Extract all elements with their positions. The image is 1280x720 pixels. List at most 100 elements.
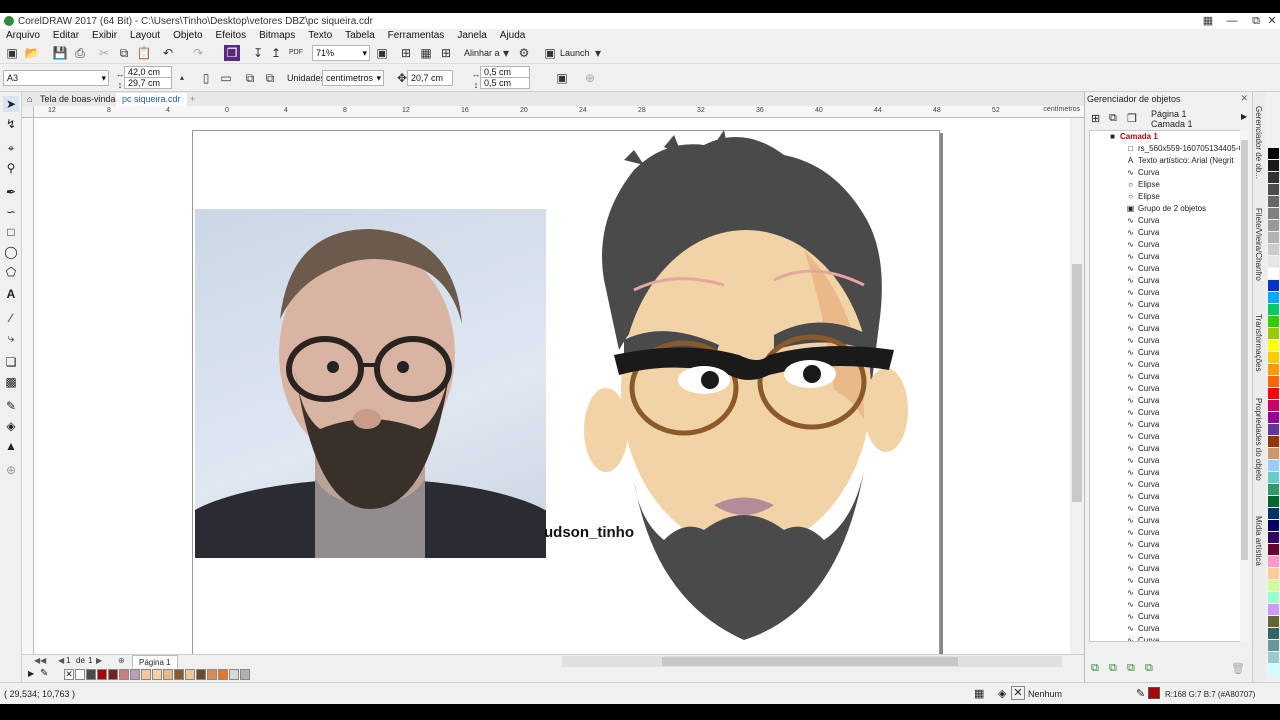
color-palette-swatch[interactable] — [1268, 556, 1279, 567]
color-palette-swatch[interactable] — [1268, 544, 1279, 555]
layer-options-icon[interactable]: ⊞ — [1091, 112, 1100, 125]
color-palette-swatch[interactable] — [1268, 244, 1279, 255]
units-select[interactable]: centímetros ▾ — [322, 70, 384, 86]
chevron-down-icon[interactable]: ▾ — [498, 45, 514, 61]
object-tree-item[interactable]: ∿ Curva — [1126, 239, 1159, 251]
chevron-down-icon[interactable]: ▾ — [590, 45, 606, 61]
portrait-icon[interactable]: ▯ — [198, 70, 214, 86]
tree-scroll-thumb[interactable] — [1241, 140, 1248, 560]
menu-item[interactable]: Editar — [47, 30, 86, 41]
color-palette-swatch[interactable] — [1268, 316, 1279, 327]
tab-object-manager[interactable]: Gerenciador de ob... — [1254, 106, 1263, 179]
menu-item[interactable]: Janela — [451, 30, 493, 41]
color-palette-swatch[interactable] — [1268, 148, 1279, 159]
color-palette-swatch[interactable] — [1268, 484, 1279, 495]
tab-pc-siqueira[interactable]: pc siqueira.cdr — [116, 93, 187, 106]
menu-item[interactable]: Bitmaps — [253, 30, 302, 41]
layer-manager-icon[interactable]: ⧉ — [1109, 112, 1117, 125]
new-master-layer-icon[interactable]: ⧉ — [1109, 662, 1117, 675]
outline-pen-icon[interactable]: ✎ — [1136, 687, 1145, 700]
print-icon[interactable]: ⎙ — [72, 45, 88, 61]
object-tree-item[interactable]: ∿ Curva — [1126, 623, 1159, 635]
object-tree-item[interactable]: ∿ Curva — [1126, 383, 1159, 395]
object-tree-item[interactable]: ▣ Grupo de 2 objetos — [1126, 203, 1206, 215]
color-palette-swatch[interactable] — [1268, 520, 1279, 531]
color-palette-swatch[interactable] — [1268, 640, 1279, 651]
reference-photo[interactable] — [195, 209, 546, 558]
object-tree-item[interactable]: ∿ Curva — [1126, 431, 1159, 443]
color-palette-swatch[interactable] — [1268, 280, 1279, 291]
object-tree-item[interactable]: ∿ Curva — [1126, 299, 1159, 311]
object-tree-item[interactable]: ∿ Curva — [1126, 287, 1159, 299]
color-palette-swatch[interactable] — [1268, 568, 1279, 579]
parallel-dimension-icon[interactable]: ∕ — [3, 310, 19, 326]
color-palette-swatch[interactable] — [1268, 184, 1279, 195]
tab-fillet-scallop-chamfer[interactable]: Filete/Vieira/Chanfro — [1254, 208, 1263, 281]
duplicate-y-field[interactable]: 0,5 cm — [480, 77, 530, 89]
object-tree-item[interactable]: ∿ Curva — [1126, 251, 1159, 263]
copy-icon[interactable]: ⧉ — [116, 45, 132, 61]
account-icon[interactable]: ▦ — [1196, 13, 1220, 29]
ruler-origin[interactable] — [22, 106, 34, 118]
tree-scrollbar[interactable] — [1240, 130, 1249, 642]
object-tree-item[interactable]: ∿ Curva — [1126, 359, 1159, 371]
color-palette-swatch[interactable] — [1268, 472, 1279, 483]
color-palette-swatch[interactable] — [1268, 256, 1279, 267]
object-tree-item[interactable]: A Texto artístico: Arial (Negrit — [1126, 155, 1234, 167]
object-tree-item[interactable]: ∿ Curva — [1126, 611, 1159, 623]
cut-icon[interactable]: ✂ — [96, 45, 112, 61]
vertical-ruler[interactable] — [22, 118, 34, 654]
menu-item[interactable]: Objeto — [167, 30, 209, 41]
color-palette-swatch[interactable] — [1268, 652, 1279, 663]
document-palette-swatch[interactable] — [75, 669, 85, 680]
delete-icon[interactable]: 🗑 — [1231, 662, 1245, 675]
launch-icon[interactable]: ▣ — [542, 45, 558, 61]
menu-item[interactable]: Layout — [124, 30, 167, 41]
menu-item[interactable]: Exibir — [86, 30, 124, 41]
zoom-tool-icon[interactable]: ⚲ — [3, 160, 19, 176]
transparency-icon[interactable]: ▩ — [3, 374, 19, 390]
color-palette-swatch[interactable] — [1268, 424, 1279, 435]
object-tree-item[interactable]: ∿ Curva — [1126, 167, 1159, 179]
chevron-right-icon[interactable]: ▶ — [1241, 112, 1247, 121]
new-master-layer-even-icon[interactable]: ⧉ — [1127, 662, 1135, 675]
object-tree-item[interactable]: ∿ Curva — [1126, 515, 1159, 527]
undo-icon[interactable]: ↶ — [160, 45, 176, 61]
new-tab-icon[interactable]: + — [186, 93, 199, 106]
object-tree-item[interactable]: ∿ Curva — [1126, 479, 1159, 491]
color-palette-swatch[interactable] — [1268, 448, 1279, 459]
object-tree-item[interactable]: ∿ Curva — [1126, 335, 1159, 347]
publish-pdf-icon[interactable]: PDF — [288, 45, 304, 61]
current-page-icon[interactable]: ⧉ — [262, 70, 278, 86]
tab-artistic-media[interactable]: Mídia artística — [1254, 516, 1263, 566]
show-grid-icon[interactable]: ▦ — [418, 45, 434, 61]
color-palette-swatch[interactable] — [1268, 172, 1279, 183]
page-height-field[interactable]: 29,7 cm — [124, 77, 172, 89]
export-icon[interactable]: ↥ — [268, 45, 284, 61]
full-screen-icon[interactable]: ▣ — [374, 45, 390, 61]
eyedropper-icon[interactable]: ✎ — [40, 668, 48, 679]
document-palette-swatch[interactable] — [86, 669, 96, 680]
smart-drawing-icon[interactable]: ∽ — [3, 204, 19, 220]
object-tree-item[interactable]: ∿ Curva — [1126, 551, 1159, 563]
tab-welcome-screen[interactable]: ⌂ Tela de boas-vindas — [24, 93, 126, 106]
import-icon[interactable]: ↧ — [250, 45, 266, 61]
prev-page-icon[interactable]: ◀ — [58, 656, 64, 665]
color-palette-swatch[interactable] — [1268, 232, 1279, 243]
all-pages-icon[interactable]: ⧉ — [242, 70, 258, 86]
menu-item[interactable]: Ferramentas — [382, 30, 452, 41]
object-tree-item[interactable]: ∿ Curva — [1126, 635, 1159, 641]
document-palette-swatch[interactable] — [141, 669, 151, 680]
color-palette-swatch[interactable] — [1268, 376, 1279, 387]
object-tree-item[interactable]: ∿ Curva — [1126, 503, 1159, 515]
paste-icon[interactable]: 📋 — [136, 45, 152, 61]
object-tree-item[interactable]: ∿ Curva — [1126, 407, 1159, 419]
color-palette-swatch[interactable] — [1268, 616, 1279, 627]
object-tree-item[interactable]: ■ Camada 1 — [1108, 131, 1158, 143]
open-icon[interactable]: 📂 — [24, 45, 40, 61]
color-palette-swatch[interactable] — [1268, 268, 1279, 279]
document-palette-swatch[interactable] — [163, 669, 173, 680]
color-palette-swatch[interactable] — [1268, 664, 1279, 675]
object-tree-item[interactable]: ∿ Curva — [1126, 599, 1159, 611]
document-palette-swatch[interactable] — [218, 669, 228, 680]
